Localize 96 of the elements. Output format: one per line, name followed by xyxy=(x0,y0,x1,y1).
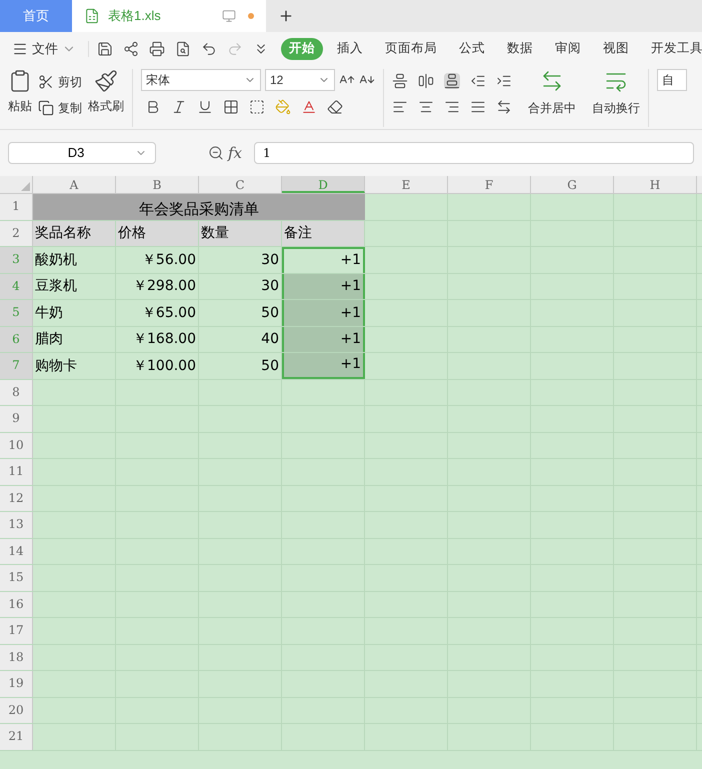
undo-icon[interactable] xyxy=(201,40,217,56)
table-cell: 价格 xyxy=(116,220,199,246)
column-header[interactable]: F xyxy=(448,176,531,193)
row-header[interactable]: 4 xyxy=(0,274,33,299)
scissors-icon xyxy=(38,74,54,90)
print-preview-icon[interactable] xyxy=(175,40,191,56)
format-painter-button[interactable]: 格式刷 xyxy=(88,69,124,127)
column-header[interactable]: E xyxy=(365,176,448,193)
table-cell: 备注 xyxy=(282,220,365,246)
row-header[interactable]: 17 xyxy=(0,618,33,644)
font-name-field[interactable]: 宋体 xyxy=(141,69,261,91)
table-cell: +1 xyxy=(282,326,365,352)
table-cell: 腊肉 xyxy=(33,326,116,352)
ribbon-tab[interactable]: 审阅 xyxy=(547,38,589,60)
row-header[interactable]: 3 xyxy=(0,247,33,272)
table-cell: 数量 xyxy=(199,220,282,246)
fill-color-icon[interactable] xyxy=(275,99,291,115)
fx-label[interactable]: fx xyxy=(228,142,242,164)
table-cell: +1 xyxy=(282,274,365,299)
table-cell: 酸奶机 xyxy=(33,247,116,272)
row-header[interactable]: 7 xyxy=(0,353,33,378)
number-format-field[interactable]: 自 xyxy=(657,69,687,91)
row-header[interactable]: 2 xyxy=(0,220,33,246)
file-menu[interactable]: 文件 xyxy=(12,38,76,58)
font-color-icon[interactable] xyxy=(301,99,317,115)
indent-decrease-icon[interactable] xyxy=(470,73,486,89)
cut-button[interactable]: 剪切 xyxy=(38,73,82,91)
align-top-icon[interactable] xyxy=(392,73,408,89)
share-icon[interactable] xyxy=(123,40,139,56)
table-cell: +1 xyxy=(282,353,365,378)
row-header[interactable]: 18 xyxy=(0,644,33,670)
print-icon[interactable] xyxy=(149,40,165,56)
underline-icon[interactable] xyxy=(197,99,213,115)
ribbon-tab[interactable]: 公式 xyxy=(451,38,493,60)
row-header[interactable]: 8 xyxy=(0,380,33,405)
table-cell: 豆浆机 xyxy=(33,274,116,299)
table-cell: ￥298.00 xyxy=(116,274,199,299)
table-cell: 牛奶 xyxy=(33,300,116,326)
eraser-icon[interactable] xyxy=(327,99,343,115)
column-header[interactable]: G xyxy=(531,176,614,193)
row-header[interactable]: 12 xyxy=(0,486,33,511)
column-header[interactable]: B xyxy=(116,176,199,193)
table-cell: ￥168.00 xyxy=(116,326,199,352)
row-header[interactable]: 11 xyxy=(0,459,33,484)
table-cell: 30 xyxy=(199,247,282,272)
table-cell: 奖品名称 xyxy=(33,220,116,246)
table-cell: ￥56.00 xyxy=(116,247,199,272)
ribbon-tab[interactable]: 页面布局 xyxy=(377,38,445,60)
table-cell: ￥100.00 xyxy=(116,353,199,378)
row-header[interactable]: 9 xyxy=(0,406,33,432)
home-tab[interactable]: 首页 xyxy=(0,0,72,32)
row-header[interactable]: 16 xyxy=(0,592,33,617)
indent-increase-icon[interactable] xyxy=(496,73,512,89)
row-header[interactable]: 19 xyxy=(0,671,33,696)
align-right-icon[interactable] xyxy=(444,99,460,115)
table-cell: ￥65.00 xyxy=(116,300,199,326)
table-cell: +1 xyxy=(282,300,365,326)
name-box[interactable]: D3 xyxy=(8,142,156,164)
paste-button[interactable]: 粘贴 xyxy=(8,69,32,127)
align-left-icon[interactable] xyxy=(392,99,408,115)
italic-icon[interactable] xyxy=(171,99,187,115)
ribbon-tab[interactable]: 数据 xyxy=(499,38,541,60)
row-header[interactable]: 20 xyxy=(0,698,33,723)
formula-field[interactable]: 1 xyxy=(254,142,694,164)
align-middle-icon[interactable] xyxy=(418,73,434,89)
ribbon-tab[interactable]: 视图 xyxy=(595,38,637,60)
copy-icon xyxy=(38,100,54,116)
save-icon[interactable] xyxy=(97,40,113,56)
row-header[interactable]: 15 xyxy=(0,565,33,590)
copy-button[interactable]: 复制 xyxy=(38,99,82,117)
new-tab-icon[interactable] xyxy=(278,8,294,24)
row-header[interactable]: 21 xyxy=(0,724,33,750)
column-header[interactable]: D xyxy=(282,176,365,193)
table-cell: 年会奖品采购清单 xyxy=(33,194,365,220)
row-header[interactable]: 6 xyxy=(0,326,33,352)
ribbon-tab[interactable]: 开始 xyxy=(281,38,323,60)
row-header[interactable]: 5 xyxy=(0,300,33,326)
ribbon-tab[interactable]: 插入 xyxy=(329,38,371,60)
paintbrush-icon xyxy=(94,69,118,93)
wrap-text-button[interactable]: 自动换行 xyxy=(584,69,649,127)
row-header[interactable]: 13 xyxy=(0,512,33,538)
spreadsheet-icon xyxy=(84,8,100,24)
column-header[interactable]: A xyxy=(33,176,116,193)
monitor-icon[interactable] xyxy=(222,9,236,23)
justify-icon[interactable] xyxy=(470,99,486,115)
table-cell: 购物卡 xyxy=(33,353,116,378)
row-header[interactable]: 1 xyxy=(0,194,33,220)
row-header[interactable]: 10 xyxy=(0,432,33,458)
merge-center-button[interactable]: 合并居中 xyxy=(520,69,584,117)
borders-icon[interactable] xyxy=(223,99,239,115)
row-header[interactable]: 14 xyxy=(0,538,33,564)
align-bottom-icon[interactable] xyxy=(444,73,460,89)
column-header[interactable]: H xyxy=(614,176,697,193)
font-size-field[interactable]: 12 xyxy=(265,69,335,91)
zoom-out-icon[interactable] xyxy=(208,145,224,161)
align-center-icon[interactable] xyxy=(418,99,434,115)
